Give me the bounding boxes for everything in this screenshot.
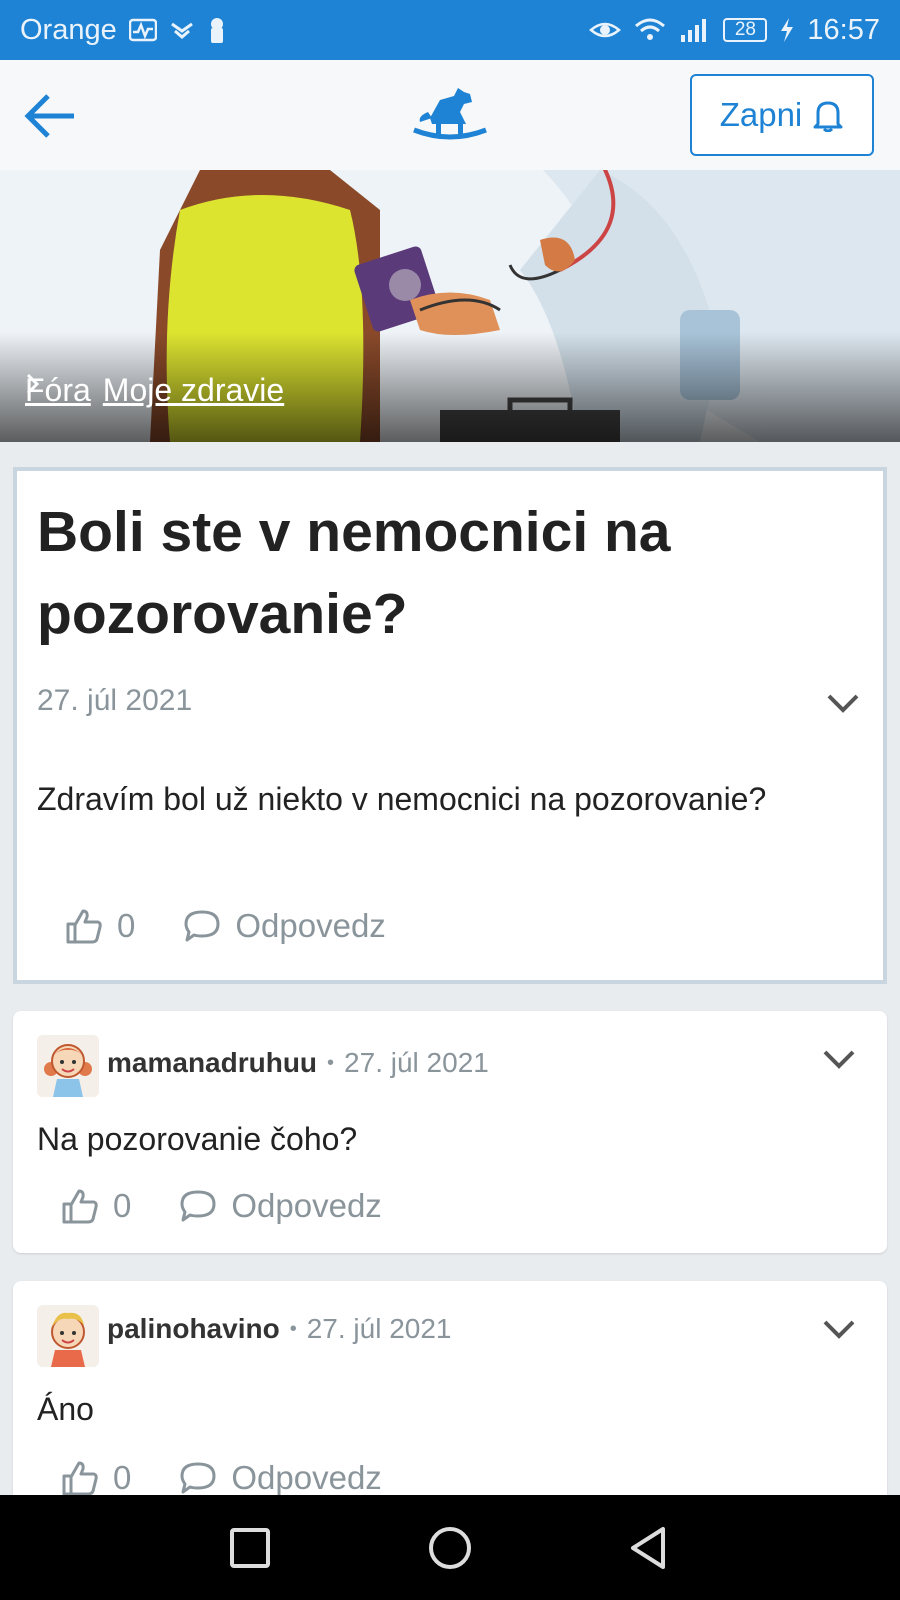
comment-text: Na pozorovanie čoho?: [37, 1121, 358, 1157]
app-bar: Zapni: [0, 60, 900, 171]
chevron-down-icon[interactable]: [821, 1317, 857, 1341]
activity-icon: [128, 18, 157, 42]
comment-actions: 0 Odpovedz: [61, 1459, 382, 1497]
eye-icon: [589, 18, 622, 42]
thumbs-up-icon: [62, 1189, 98, 1224]
reply-button[interactable]: Odpovedz: [179, 1459, 382, 1497]
thumbs-up-icon: [66, 909, 102, 944]
wifi-icon: [633, 16, 667, 44]
back-triangle-icon[interactable]: [625, 1523, 675, 1573]
comment-actions: 0 Odpovedz: [61, 1187, 382, 1225]
charging-icon: [779, 17, 795, 43]
comment-card: mamanadruhuu • 27. júl 2021 Na pozorovan…: [13, 1011, 887, 1253]
girl-avatar-icon: [37, 1035, 99, 1097]
status-bar: Orange 28 16:57: [0, 0, 900, 60]
comment-username[interactable]: palinohavino: [107, 1313, 280, 1345]
keyhole-icon: [207, 16, 227, 44]
speech-bubble-icon: [180, 1190, 216, 1222]
notify-button-label: Zapni: [719, 96, 803, 133]
separator-dot: •: [327, 1051, 335, 1074]
home-circle-icon[interactable]: [425, 1523, 475, 1573]
post-body: Zdravím bol už niekto v nemocnici na poz…: [37, 781, 767, 817]
reply-label: Odpovedz: [231, 1187, 382, 1224]
reply-label: Odpovedz: [235, 907, 386, 944]
forum-banner: Fóra Moje zdravie: [0, 170, 900, 442]
notify-button[interactable]: Zapni: [690, 74, 874, 156]
rocking-horse-logo-icon[interactable]: [410, 82, 490, 146]
like-count: 0: [113, 1187, 132, 1224]
like-button[interactable]: 0: [61, 1187, 131, 1225]
battery-level: 28: [734, 19, 756, 40]
chevron-right-icon: [26, 373, 40, 395]
speech-bubble-icon: [184, 910, 220, 942]
back-arrow-icon: [24, 94, 74, 138]
signal-arrows-icon: [169, 19, 195, 41]
comment-card: palinohavino • 27. júl 2021 Áno 0 Odpove…: [13, 1281, 887, 1521]
battery-icon: 28: [723, 18, 768, 42]
chevron-down-icon[interactable]: [821, 1047, 857, 1071]
reply-button[interactable]: Odpovedz: [183, 907, 386, 945]
like-count: 0: [113, 1459, 132, 1496]
system-nav-bar: [0, 1495, 900, 1600]
back-button[interactable]: [20, 86, 80, 146]
cell-signal-icon: [679, 17, 711, 43]
recents-square-icon[interactable]: [225, 1523, 275, 1573]
like-button[interactable]: 0: [61, 1459, 131, 1497]
breadcrumb: Fóra Moje zdravie: [25, 372, 284, 409]
avatar[interactable]: [37, 1305, 99, 1367]
comment-text: Áno: [37, 1391, 94, 1427]
reply-label: Odpovedz: [231, 1459, 382, 1496]
post-title: Boli ste v nemocnici na pozorovanie?: [37, 500, 671, 646]
carrier-label: Orange: [20, 13, 117, 46]
thumbs-up-icon: [62, 1461, 98, 1496]
comment-header: palinohavino • 27. júl 2021: [107, 1313, 452, 1345]
avatar[interactable]: [37, 1035, 99, 1097]
clock: 16:57: [807, 13, 880, 46]
post-date: 27. júl 2021: [37, 684, 193, 717]
post-actions: 0 Odpovedz: [65, 907, 386, 945]
breadcrumb-current-link[interactable]: Moje zdravie: [103, 372, 284, 409]
boy-avatar-icon: [37, 1305, 99, 1367]
like-button[interactable]: 0: [65, 907, 135, 945]
comment-date: 27. júl 2021: [306, 1313, 452, 1344]
chevron-down-icon[interactable]: [825, 691, 861, 715]
bell-icon: [813, 101, 843, 132]
speech-bubble-icon: [180, 1462, 216, 1494]
comment-header: mamanadruhuu • 27. júl 2021: [107, 1047, 489, 1079]
separator-dot: •: [289, 1317, 297, 1340]
post-card: Boli ste v nemocnici na pozorovanie? 27.…: [13, 467, 887, 984]
like-count: 0: [117, 907, 136, 944]
reply-button[interactable]: Odpovedz: [179, 1187, 382, 1225]
comment-username[interactable]: mamanadruhuu: [107, 1047, 317, 1079]
comment-date: 27. júl 2021: [344, 1047, 489, 1078]
